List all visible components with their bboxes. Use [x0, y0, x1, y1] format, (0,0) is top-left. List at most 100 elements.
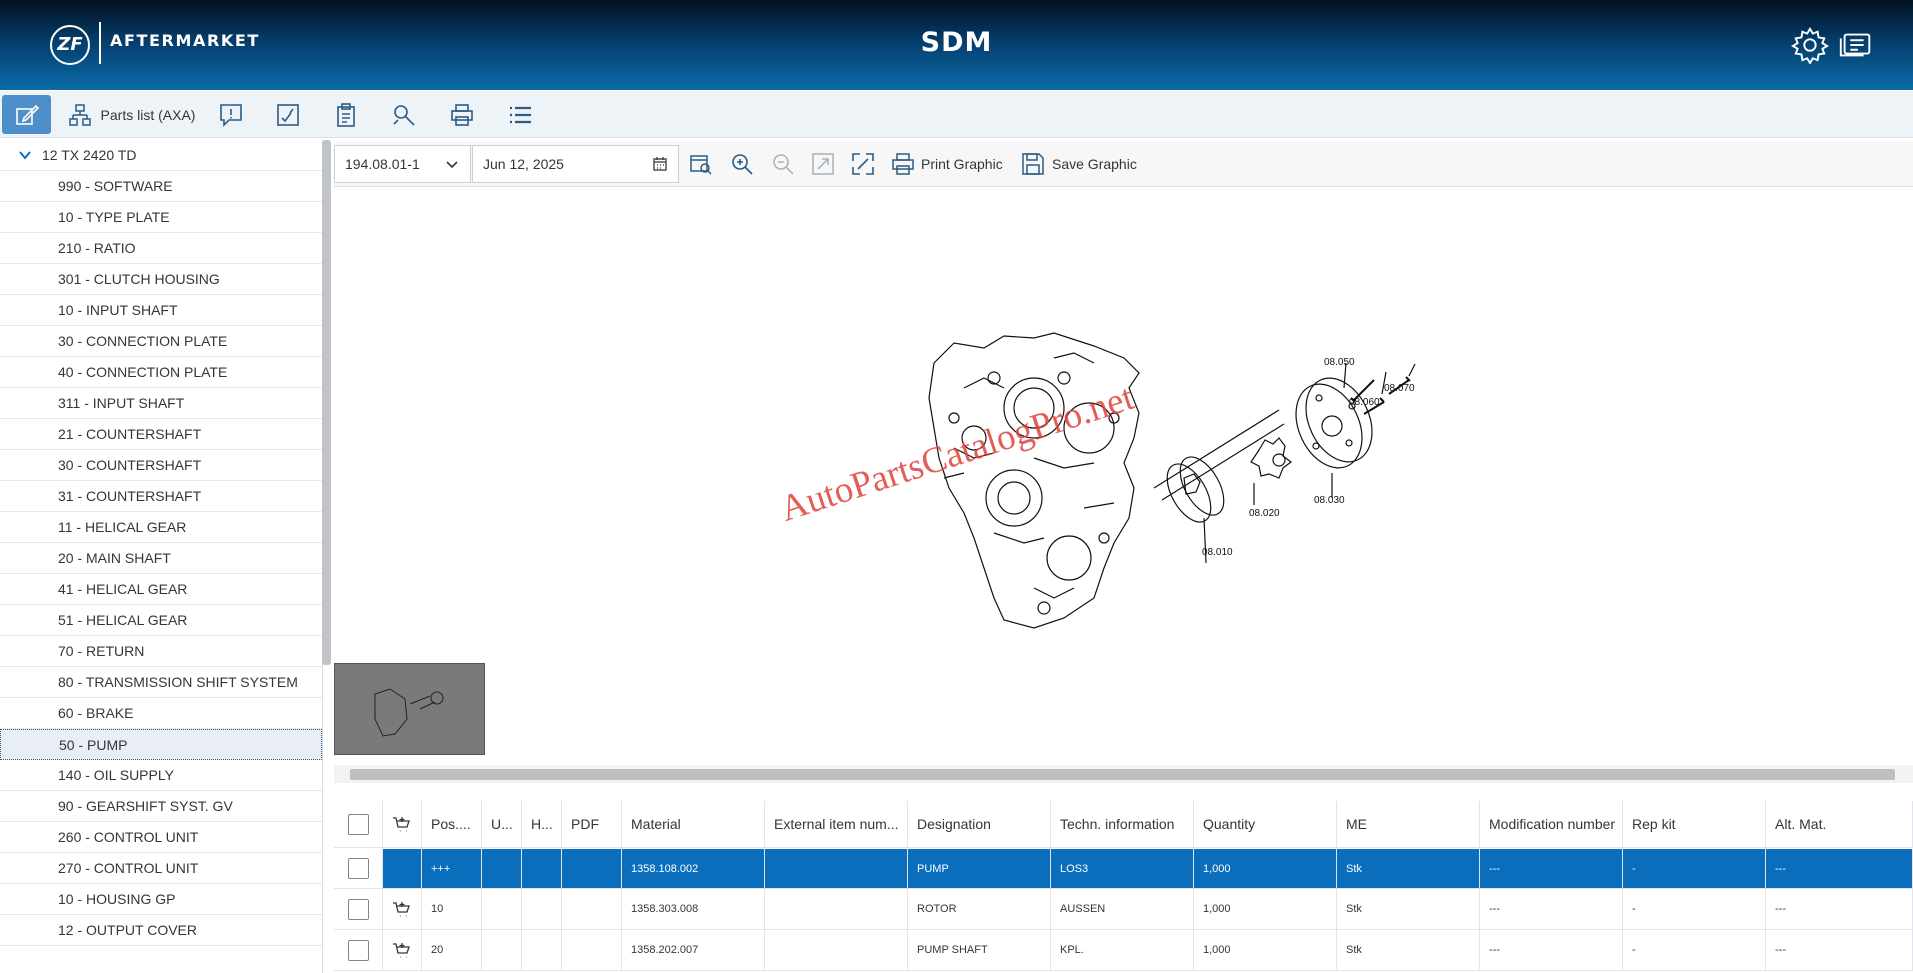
row-checkbox[interactable]	[348, 898, 369, 920]
cell-alt-mat: ---	[1766, 889, 1913, 929]
date-history-button[interactable]	[688, 150, 716, 178]
col-header-rep-kit[interactable]: Rep kit	[1623, 801, 1766, 847]
chevron-down-icon[interactable]	[18, 148, 32, 162]
cell-quantity: 1,000	[1194, 930, 1337, 970]
tree-item[interactable]: 210 - RATIO	[0, 233, 322, 264]
parts-list-label: Parts list (AXA)	[100, 106, 196, 123]
add-to-cart-icon[interactable]	[392, 900, 410, 918]
cell-me: Stk	[1337, 849, 1480, 888]
tree-item[interactable]: 40 - CONNECTION PLATE	[0, 357, 322, 388]
col-header-pos[interactable]: Pos....	[422, 801, 482, 847]
parts-list-button[interactable]: Parts list (AXA)	[66, 95, 196, 134]
col-header-pdf[interactable]: PDF	[562, 801, 622, 847]
scroll-thumb[interactable]	[350, 769, 1895, 780]
col-header-designation[interactable]: Designation	[908, 801, 1051, 847]
variant-select[interactable]: 194.08.01-1	[334, 145, 471, 183]
graphic-thumbnail[interactable]	[334, 663, 485, 755]
tree-item[interactable]: 80 - TRANSMISSION SHIFT SYSTEM	[0, 667, 322, 698]
col-header-modification-number[interactable]: Modification number	[1480, 801, 1623, 847]
tree-item[interactable]: 41 - HELICAL GEAR	[0, 574, 322, 605]
tree-root[interactable]: 12 TX 2420 TD	[0, 140, 322, 171]
tree-item[interactable]: 90 - GEARSHIFT SYST. GV	[0, 791, 322, 822]
calendar-icon[interactable]	[652, 156, 668, 172]
chevron-down-icon	[446, 161, 458, 169]
tree-item[interactable]: 31 - COUNTERSHAFT	[0, 481, 322, 512]
col-header-h[interactable]: H...	[522, 801, 562, 847]
graphic-horizontal-scrollbar[interactable]	[334, 765, 1913, 783]
add-to-cart-icon[interactable]	[392, 941, 410, 959]
tree-item[interactable]: 10 - INPUT SHAFT	[0, 295, 322, 326]
print-button[interactable]	[444, 95, 480, 134]
col-header-material[interactable]: Material	[622, 801, 765, 847]
tree-item[interactable]: 10 - TYPE PLATE	[0, 202, 322, 233]
table-row-selected[interactable]: +++ 1358.108.002 PUMP LOS3 1,000 Stk ---…	[334, 849, 1913, 889]
tree-item[interactable]: 30 - CONNECTION PLATE	[0, 326, 322, 357]
housing-drawing	[928, 332, 1140, 629]
cell-pdf	[562, 889, 622, 929]
cart-column	[383, 801, 422, 847]
cell-external-item	[765, 930, 908, 970]
col-header-techn-info[interactable]: Techn. information	[1051, 801, 1194, 847]
tree-item[interactable]: 51 - HELICAL GEAR	[0, 605, 322, 636]
col-header-u[interactable]: U...	[482, 801, 522, 847]
row-checkbox[interactable]	[348, 939, 369, 961]
tree-item[interactable]: 10 - HOUSING GP	[0, 884, 322, 915]
app-title: SDM	[920, 27, 993, 58]
row-checkbox[interactable]	[348, 858, 369, 879]
manual-icon[interactable]	[1837, 26, 1875, 64]
table-row[interactable]: 20 1358.202.007 PUMP SHAFT KPL. 1,000 St…	[334, 930, 1913, 971]
checklist-button[interactable]	[270, 95, 306, 134]
callout-label: 08.030	[1314, 495, 1345, 506]
col-header-external-item[interactable]: External item num...	[765, 801, 908, 847]
cart-cell	[383, 849, 422, 888]
edit-graphic-button[interactable]	[2, 95, 51, 134]
tree-item[interactable]: 260 - CONTROL UNIT	[0, 822, 322, 853]
gear-icon[interactable]	[1791, 26, 1829, 65]
tree-item[interactable]: 30 - COUNTERSHAFT	[0, 450, 322, 481]
clipboard-button[interactable]	[328, 95, 364, 134]
tree-item[interactable]: 140 - OIL SUPPLY	[0, 760, 322, 791]
col-header-me[interactable]: ME	[1337, 801, 1480, 847]
logo-text: AFTERMARKET	[110, 31, 260, 50]
save-graphic-button[interactable]	[1020, 150, 1048, 178]
tree-item[interactable]: 311 - INPUT SHAFT	[0, 388, 322, 419]
fit-to-screen-icon	[812, 153, 834, 175]
zoom-out-button[interactable]	[770, 150, 798, 178]
variant-value: 194.08.01-1	[345, 156, 420, 172]
tree-item[interactable]: 20 - MAIN SHAFT	[0, 543, 322, 574]
cart-cell	[383, 889, 422, 929]
col-header-alt-mat[interactable]: Alt. Mat.	[1766, 801, 1913, 847]
fullscreen-button[interactable]	[850, 150, 878, 178]
print-graphic-button[interactable]	[890, 150, 918, 178]
list-view-button[interactable]	[502, 95, 538, 134]
zoom-in-button[interactable]	[729, 150, 757, 178]
date-picker[interactable]: Jun 12, 2025	[472, 145, 679, 183]
tree-item[interactable]: 70 - RETURN	[0, 636, 322, 667]
cell-pos: +++	[422, 849, 482, 888]
col-header-quantity[interactable]: Quantity	[1194, 801, 1337, 847]
cell-h	[522, 849, 562, 888]
cell-external-item	[765, 889, 908, 929]
table-row[interactable]: 10 1358.303.008 ROTOR AUSSEN 1,000 Stk -…	[334, 889, 1913, 930]
tree-item[interactable]: 11 - HELICAL GEAR	[0, 512, 322, 543]
tree-item[interactable]: 301 - CLUTCH HOUSING	[0, 264, 322, 295]
tree-root-label: 12 TX 2420 TD	[42, 147, 137, 163]
zoom-out-icon	[773, 154, 794, 175]
alert-button[interactable]	[213, 95, 249, 134]
tree-item[interactable]: 12 - OUTPUT COVER	[0, 915, 322, 946]
tree-item[interactable]: 21 - COUNTERSHAFT	[0, 419, 322, 450]
exploded-view-graphic[interactable]: 08.050 08.070 08.060 08.030 08.020 08.01…	[334, 188, 1913, 755]
tree-scrollbar[interactable]	[322, 140, 331, 665]
print-graphic-label[interactable]: Print Graphic	[921, 156, 1003, 172]
cell-h	[522, 889, 562, 929]
fit-button[interactable]	[810, 150, 838, 178]
tree-item-selected[interactable]: 50 - PUMP	[0, 729, 322, 760]
callout-label: 08.010	[1202, 547, 1233, 558]
save-graphic-label[interactable]: Save Graphic	[1052, 156, 1137, 172]
select-all-checkbox[interactable]	[348, 813, 369, 835]
tree-item[interactable]: 990 - SOFTWARE	[0, 171, 322, 202]
search-parts-button[interactable]	[386, 95, 422, 134]
tree-item[interactable]: 270 - CONTROL UNIT	[0, 853, 322, 884]
cell-designation: PUMP SHAFT	[908, 930, 1051, 970]
tree-item[interactable]: 60 - BRAKE	[0, 698, 322, 729]
